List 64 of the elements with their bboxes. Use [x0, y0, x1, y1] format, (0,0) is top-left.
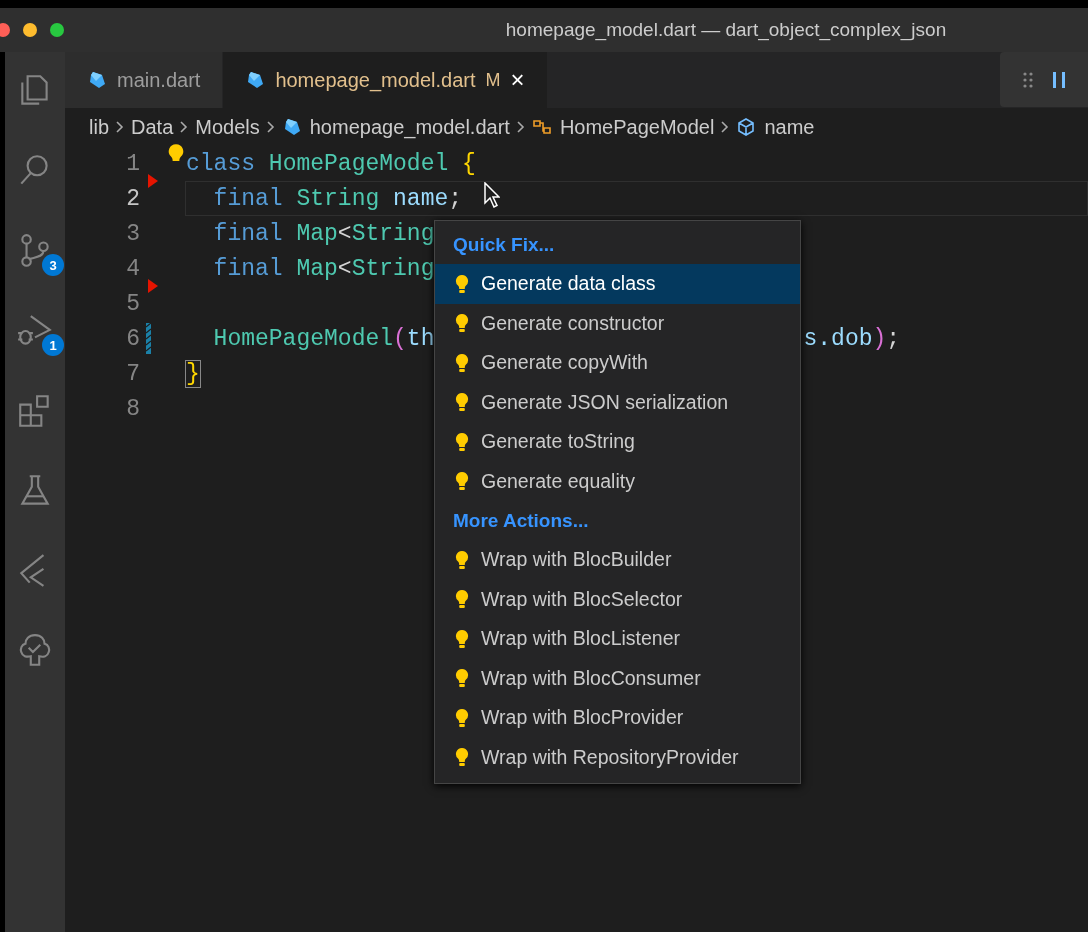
- count-badge: 1: [42, 334, 64, 356]
- breadcrumb-item[interactable]: homepage_model.dart: [309, 115, 510, 139]
- mouse-pointer-icon: [484, 182, 500, 208]
- menu-item[interactable]: Wrap with RepositoryProvider: [435, 737, 800, 777]
- lightbulb-icon: [455, 668, 469, 689]
- breadcrumb-item[interactable]: Data: [131, 115, 174, 139]
- code-line: class HomePageModel {: [186, 150, 476, 177]
- breadcrumb-item[interactable]: Models: [195, 115, 260, 139]
- menu-item[interactable]: Wrap with BlocProvider: [435, 698, 800, 738]
- breadcrumb-item[interactable]: lib: [89, 115, 109, 139]
- cube-icon: [736, 117, 757, 137]
- chevron-icon: [115, 120, 125, 134]
- menu-item[interactable]: Wrap with BlocSelector: [435, 579, 800, 619]
- line-number: 5: [125, 290, 140, 317]
- lightbulb-icon: [455, 549, 469, 570]
- breadcrumb-item[interactable]: name: [764, 115, 815, 139]
- editor-tab[interactable]: main.dart: [65, 52, 224, 108]
- chevron-icon: [720, 120, 731, 134]
- class-icon: [531, 117, 552, 137]
- code-line: final Map<String: [212, 255, 435, 282]
- menu-item[interactable]: Wrap with BlocConsumer: [435, 658, 800, 698]
- window-title: homepage_model.dart — dart_object_complex_json: [504, 19, 948, 41]
- line-number: 6: [125, 325, 140, 352]
- close-window-button[interactable]: [0, 23, 10, 37]
- dart-file-icon: [245, 70, 266, 90]
- lightbulb-icon: [455, 431, 469, 452]
- lightbulb-icon: [455, 589, 469, 610]
- chevron-icon: [515, 120, 526, 134]
- zoom-window-button[interactable]: [50, 23, 64, 37]
- lightbulb-icon: [455, 352, 469, 373]
- code-line: final Map<String: [212, 220, 435, 247]
- lightbulb-icon: [455, 313, 469, 334]
- line-number: 7: [125, 360, 140, 387]
- breadcrumb-item[interactable]: HomePageModel: [559, 115, 715, 139]
- lightbulb-icon: [455, 628, 469, 649]
- line-number: 8: [125, 395, 140, 422]
- menu-item[interactable]: Generate data class: [435, 264, 800, 304]
- drag-handle-icon[interactable]: [1022, 70, 1034, 89]
- chevron-icon: [265, 120, 276, 134]
- dart-file-icon: [87, 70, 107, 90]
- line-number: 1: [125, 150, 140, 177]
- menu-section-heading: Quick Fix...: [453, 233, 555, 256]
- minimize-window-button[interactable]: [23, 23, 37, 37]
- line-number: 3: [125, 220, 140, 247]
- editor-tab[interactable]: homepage_model.dart M ×: [223, 52, 548, 108]
- menu-item[interactable]: Generate equality: [435, 461, 800, 501]
- menu-item[interactable]: Wrap with BlocBuilder: [435, 540, 800, 580]
- lightbulb-icon: [455, 707, 469, 728]
- lightbulb-icon: [455, 471, 469, 492]
- menu-item[interactable]: Generate copyWith: [435, 343, 800, 383]
- code-line: }: [186, 360, 200, 387]
- line-number: 4: [125, 255, 140, 282]
- pause-icon[interactable]: [1052, 70, 1066, 89]
- menu-item[interactable]: Wrap with BlocListener: [435, 619, 800, 659]
- code-line: final String name;: [212, 185, 463, 212]
- lightbulb-icon: [455, 392, 469, 413]
- line-number: 2: [125, 185, 140, 212]
- lightbulb-icon: [455, 273, 469, 294]
- menu-section-heading: More Actions...: [453, 509, 589, 532]
- chevron-icon: [179, 120, 190, 134]
- count-badge: 3: [42, 254, 64, 276]
- menu-item[interactable]: Generate toString: [435, 422, 800, 462]
- lightbulb-icon: [455, 747, 469, 768]
- menu-item[interactable]: Generate JSON serialization: [435, 382, 800, 422]
